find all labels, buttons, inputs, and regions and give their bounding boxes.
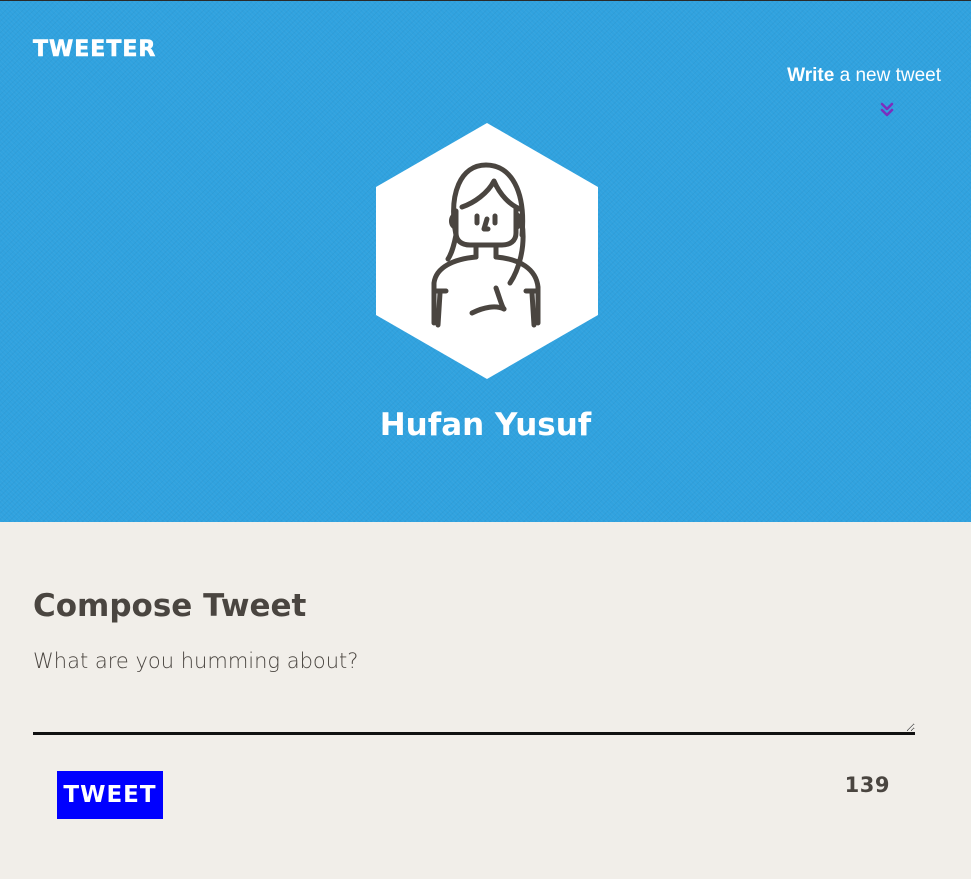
tweet-textarea[interactable] bbox=[33, 649, 915, 736]
user-name: Hufan Yusuf bbox=[379, 407, 592, 443]
brand-logo[interactable]: TWEETER bbox=[33, 37, 156, 63]
avatar bbox=[376, 123, 598, 379]
profile-header: TWEETER Write a new tweet Hufan Yusuf bbox=[0, 0, 971, 522]
double-chevron-down-icon[interactable] bbox=[880, 102, 894, 118]
write-new-tweet-link[interactable]: Write a new tweet bbox=[787, 65, 941, 87]
avatar-hexagon bbox=[376, 123, 598, 379]
tweet-button[interactable]: TWEET bbox=[57, 771, 163, 819]
character-counter: 139 bbox=[844, 773, 890, 797]
write-link-bold: Write bbox=[787, 65, 835, 86]
write-link-text: a new tweet bbox=[834, 65, 941, 86]
compose-section: Compose Tweet TWEET 139 bbox=[33, 522, 915, 819]
compose-title: Compose Tweet bbox=[33, 588, 307, 624]
user-avatar-icon bbox=[376, 123, 598, 379]
